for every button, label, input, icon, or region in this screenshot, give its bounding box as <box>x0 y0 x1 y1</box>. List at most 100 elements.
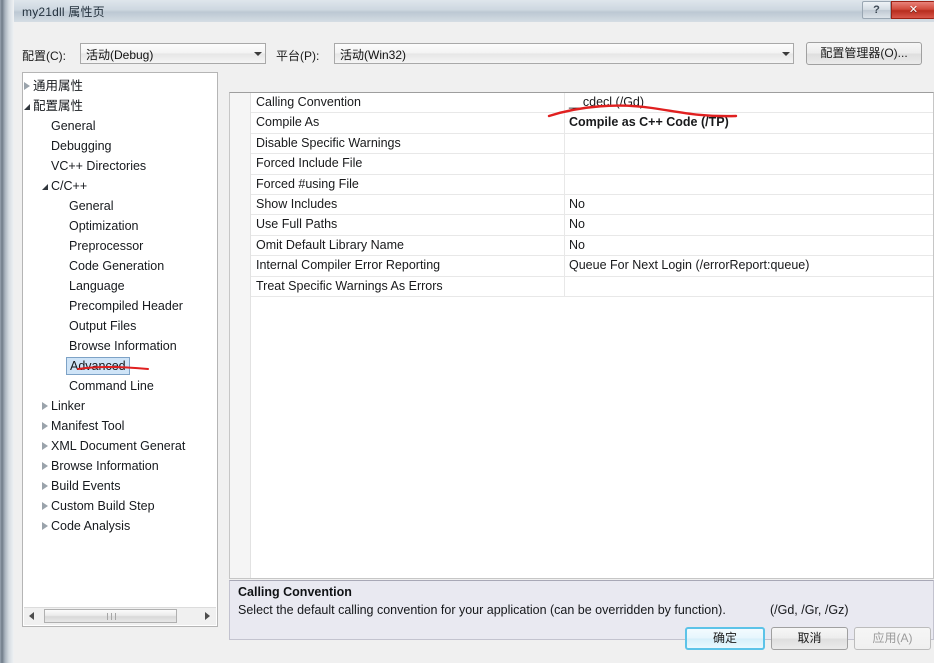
property-grid-rows[interactable]: Calling Convention __cdecl (/Gd) Compile A… <box>251 93 933 297</box>
help-button[interactable]: ? <box>862 1 891 19</box>
column-divider <box>564 256 565 276</box>
dialog-body: 配置(C): 活动(Debug) 平台(P): 活动(Win32) 配置管理器(… <box>14 22 934 663</box>
tree-item-label: Browse Information <box>51 459 159 473</box>
column-divider <box>564 194 565 215</box>
property-row[interactable]: Use Full Paths No <box>251 215 933 236</box>
close-icon[interactable]: ✕ <box>891 1 934 19</box>
tree-item-precompiled-header[interactable]: Precompiled Header <box>23 296 217 316</box>
triangle-glyph <box>42 422 48 430</box>
description-text: Select the default calling convention fo… <box>238 603 726 617</box>
chevron-down-icon <box>782 52 790 56</box>
tree-item-vc++-directories[interactable]: VC++ Directories <box>23 156 217 176</box>
triangle-glyph <box>24 82 30 90</box>
tree-item-manifest-tool[interactable]: Manifest Tool <box>23 416 217 436</box>
property-name: Treat Specific Warnings As Errors <box>256 278 443 293</box>
tree-item-general[interactable]: General <box>23 196 217 216</box>
column-divider <box>564 276 565 296</box>
tree-item-[interactable]: 配置属性 <box>23 96 217 116</box>
property-row[interactable]: Forced Include File <box>251 154 933 175</box>
tree-item-code-generation[interactable]: Code Generation <box>23 256 217 276</box>
tree-item-advanced[interactable]: Advanced <box>23 356 217 376</box>
triangle-glyph <box>42 482 48 490</box>
tree-item-label: Code Analysis <box>51 519 131 533</box>
navigation-tree[interactable]: 通用属性配置属性 General Debugging VC++ Directories… <box>23 76 217 607</box>
platform-combobox[interactable]: 活动(Win32) <box>334 43 794 64</box>
tree-item-label: Manifest Tool <box>51 419 125 433</box>
title-bar: my21dll 属性页 ? ✕ <box>14 0 934 23</box>
triangle-glyph <box>42 522 48 530</box>
property-value[interactable]: No <box>569 197 585 211</box>
property-row[interactable]: Show Includes No <box>251 194 933 216</box>
tree-item-xml-document-generat[interactable]: XML Document Generat <box>23 436 217 456</box>
tree-item-code-analysis[interactable]: Code Analysis <box>23 516 217 536</box>
property-row[interactable]: Calling Convention __cdecl (/Gd) <box>251 93 933 114</box>
property-grid: Calling Convention __cdecl (/Gd) Compile A… <box>229 92 934 579</box>
tree-item-language[interactable]: Language <box>23 276 217 296</box>
tree-item-custom-build-step[interactable]: Custom Build Step <box>23 496 217 516</box>
tree-item-[interactable]: 通用属性 <box>23 76 217 96</box>
grip-icon <box>106 613 116 620</box>
tree-item-label: VC++ Directories <box>51 159 147 173</box>
tree-item-debugging[interactable]: Debugging <box>23 136 217 156</box>
navigation-tree-panel: 通用属性配置属性 General Debugging VC++ Directories… <box>22 72 218 627</box>
column-divider <box>564 235 565 256</box>
property-value[interactable]: __cdecl (/Gd) <box>569 95 644 109</box>
scrollbar-thumb[interactable] <box>44 609 177 623</box>
property-row[interactable]: Internal Compiler Error Reporting Queue F… <box>251 256 933 277</box>
scroll-left-icon[interactable] <box>24 608 41 624</box>
tree-item-preprocessor[interactable]: Preprocessor <box>23 236 217 256</box>
tree-item-c/c++[interactable]: C/C++ <box>23 176 217 196</box>
property-grid-gutter <box>230 93 251 578</box>
property-row[interactable]: Forced #using File <box>251 174 933 195</box>
tree-item-command-line[interactable]: Command Line <box>23 376 217 396</box>
tree-item-browse-information[interactable]: Browse Information <box>23 336 217 356</box>
tree-item-label: Browse Information <box>69 339 177 353</box>
tree-item-label: General <box>51 119 96 133</box>
apply-button: 应用(A) <box>854 627 931 650</box>
configuration-manager-button[interactable]: 配置管理器(O)... <box>806 42 922 65</box>
tree-item-label: Language <box>69 279 125 293</box>
property-value[interactable]: No <box>569 238 585 252</box>
property-row[interactable]: Omit Default Library Name No <box>251 235 933 257</box>
property-name: Compile As <box>256 115 320 130</box>
tree-item-general[interactable]: General <box>23 116 217 136</box>
tree-item-optimization[interactable]: Optimization <box>23 216 217 236</box>
tree-item-output-files[interactable]: Output Files <box>23 316 217 336</box>
tree-item-label: Output Files <box>69 319 137 333</box>
property-name: Forced Include File <box>256 156 363 171</box>
property-row[interactable]: Compile As Compile as C++ Code (/TP) <box>251 113 933 134</box>
tree-item-label: Precompiled Header <box>69 299 183 313</box>
tree-item-browse-information[interactable]: Browse Information <box>23 456 217 476</box>
tree-item-label: Preprocessor <box>69 239 144 253</box>
tree-item-build-events[interactable]: Build Events <box>23 476 217 496</box>
tree-item-label: 配置属性 <box>33 99 84 113</box>
tree-item-linker[interactable]: Linker <box>23 396 217 416</box>
property-name: Omit Default Library Name <box>256 237 404 252</box>
column-divider <box>564 133 565 154</box>
platform-value: 活动(Win32) <box>340 48 407 62</box>
property-row[interactable]: Treat Specific Warnings As Errors <box>251 276 933 297</box>
tree-item-label: General <box>69 199 114 213</box>
description-title: Calling Convention <box>238 585 352 599</box>
triangle-glyph <box>42 462 48 470</box>
tree-item-label: Advanced <box>66 357 130 375</box>
property-pages-dialog: my21dll 属性页 ? ✕ 配置(C): 活动(Debug) 平台(P): … <box>0 0 934 663</box>
tree-horizontal-scrollbar[interactable] <box>24 607 216 625</box>
property-value[interactable]: Compile as C++ Code (/TP) <box>569 115 729 129</box>
description-switches: (/Gd, /Gr, /Gz) <box>770 603 849 617</box>
ok-button[interactable]: 确定 <box>685 627 765 650</box>
cancel-button[interactable]: 取消 <box>771 627 848 650</box>
tree-item-label: Build Events <box>51 479 121 493</box>
property-name: Forced #using File <box>256 176 359 191</box>
scroll-right-icon[interactable] <box>199 608 216 624</box>
property-name: Show Includes <box>256 196 338 211</box>
configuration-combobox[interactable]: 活动(Debug) <box>80 43 266 64</box>
property-value[interactable]: No <box>569 217 585 231</box>
window-title: my21dll 属性页 <box>22 5 105 19</box>
column-divider <box>564 93 565 113</box>
property-row[interactable]: Disable Specific Warnings <box>251 133 933 155</box>
tree-item-label: Linker <box>51 399 86 413</box>
property-value[interactable]: Queue For Next Login (/errorReport:queue… <box>569 258 809 272</box>
property-name: Internal Compiler Error Reporting <box>256 258 441 273</box>
property-name: Use Full Paths <box>256 217 338 232</box>
